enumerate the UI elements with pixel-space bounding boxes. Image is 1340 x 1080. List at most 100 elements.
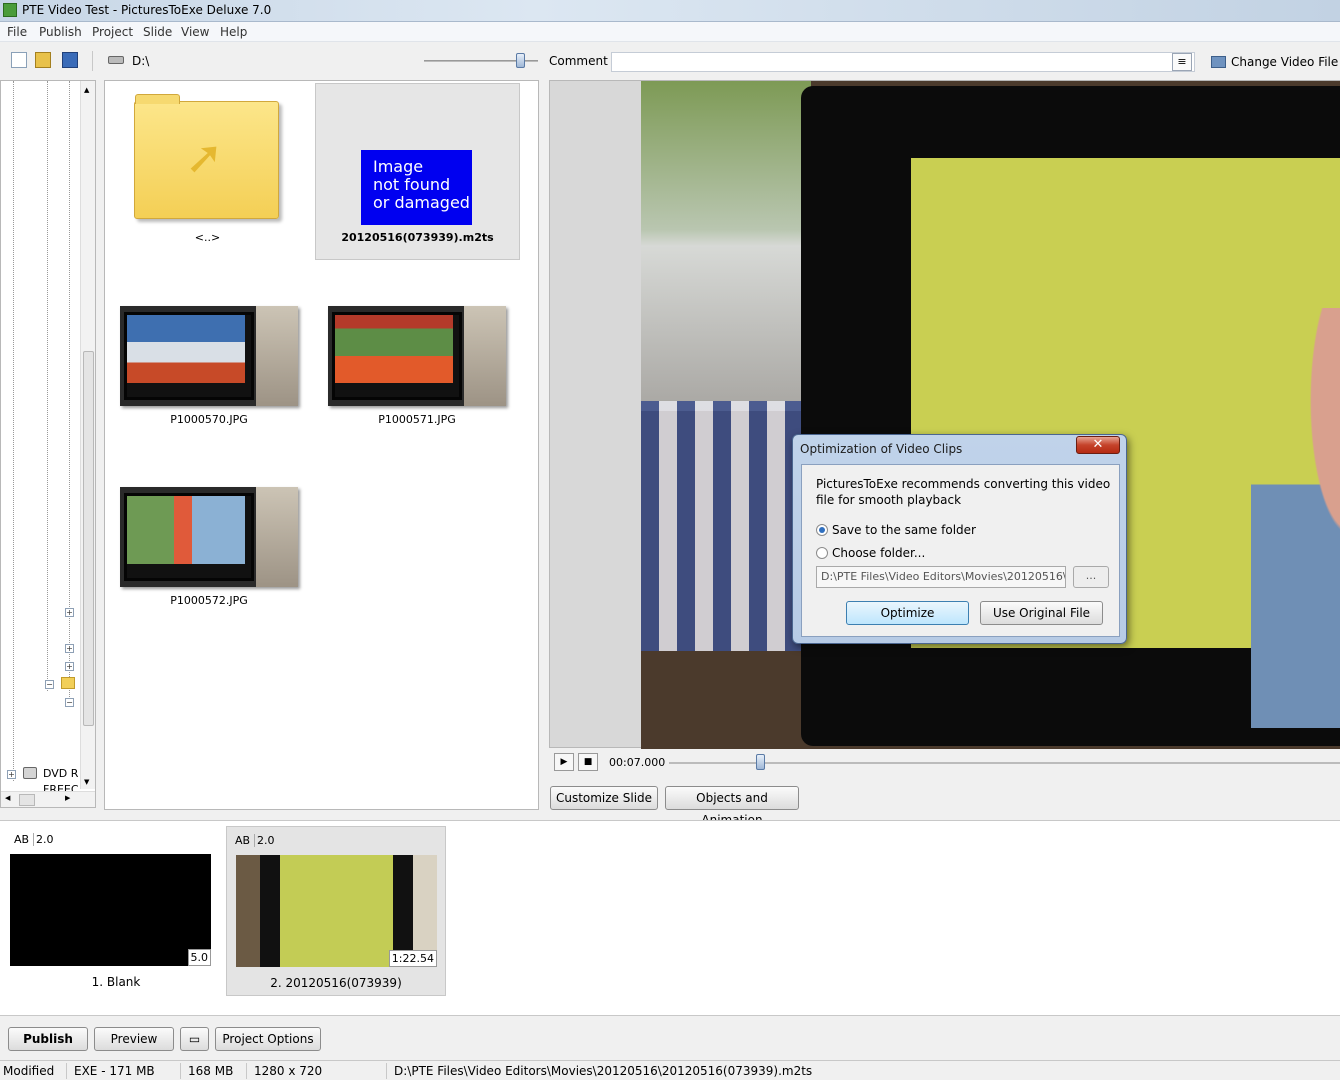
tree-guide [47,81,48,691]
use-original-file-button[interactable]: Use Original File [980,601,1103,625]
tree-collapse-icon[interactable]: − [45,680,54,689]
close-icon[interactable]: ✕ [1076,436,1120,454]
slide-timeline[interactable]: AB 2.0 5.0 1. Blank AB 2.0 1:22.54 2. 20… [0,820,1340,1016]
tree-scroll-thumb[interactable] [83,351,94,726]
folder-path-input[interactable]: D:\PTE Files\Video Editors\Movies\201205… [816,566,1066,588]
dialog-body: PicturesToExe recommends converting this… [801,464,1120,637]
preview-button[interactable]: Preview [94,1027,174,1051]
tree-expand-icon[interactable]: + [65,644,74,653]
file-item-image[interactable]: P1000570.JPG [120,306,298,436]
optimization-dialog: Optimization of Video Clips ✕ PicturesTo… [792,434,1127,644]
project-options-button[interactable]: Project Options [215,1027,321,1051]
dialog-message: PicturesToExe recommends converting this… [816,477,1111,507]
seek-slider[interactable] [669,762,1340,764]
tree-guide [13,81,14,781]
tree-hscroll-thumb[interactable] [19,794,35,806]
change-video-file-label: Change Video File [1231,55,1339,69]
notes-icon[interactable]: ≡ [1172,53,1192,71]
video-file-icon [1211,56,1226,68]
tree-item-dvd[interactable]: DVD R [43,767,78,780]
save-icon[interactable] [62,52,78,68]
folder-icon [61,677,75,689]
new-project-icon[interactable] [11,52,27,68]
tree-expand-icon[interactable]: + [65,608,74,617]
menu-project[interactable]: Project [92,25,133,39]
file-browser[interactable]: ➚ <..> Image not found or damaged 201205… [104,80,539,810]
title-bar: PTE Video Test - PicturesToExe Deluxe 7.… [0,0,1340,22]
playback-bar: ▶ ■ 00:07.000 [549,750,1340,774]
slide-preview-image[interactable] [641,81,1340,749]
tree-item-freec[interactable]: FREEC [43,783,79,791]
file-item-video[interactable]: Image not found or damaged 20120516(0739… [315,83,520,260]
folder-tree[interactable]: + + + − − + DVD R FREEC ▲ ▼ ◀ ▶ [0,80,96,808]
app-icon [3,3,17,17]
slide-preview-panel [549,80,1340,749]
play-icon[interactable]: ▶ [554,753,574,771]
change-video-file-button[interactable]: Change Video File [1209,53,1338,71]
scroll-down-icon[interactable]: ▼ [84,778,89,786]
radio-choose-folder-label[interactable]: Choose folder... [832,546,925,560]
toolbar-separator [92,51,93,71]
file-item-image[interactable]: P1000572.JPG [120,487,298,617]
radio-save-same-folder-label[interactable]: Save to the same folder [832,523,976,537]
menu-view[interactable]: View [181,25,209,39]
menu-help[interactable]: Help [220,25,247,39]
file-item-label: 20120516(073939).m2ts [341,231,494,244]
publish-button[interactable]: Publish [8,1027,88,1051]
scroll-left-icon[interactable]: ◀ [5,794,10,802]
slide-name: 2. 20120516(073939) [270,976,402,990]
slide-duration: 1:22.54 [388,950,437,967]
dvd-drive-icon [23,767,37,779]
window-title: PTE Video Test - PicturesToExe Deluxe 7.… [22,3,272,17]
status-state: Modified [3,1064,55,1078]
transition-badge: AB [231,834,256,847]
tree-expand-icon[interactable]: + [7,770,16,779]
file-item-label: P1000570.JPG [170,413,248,426]
bottom-bar: Publish Preview ▭ Project Options [0,1017,1340,1059]
objects-and-animation-button[interactable]: Objects and Animation [665,786,799,827]
tree-horizontal-scrollbar[interactable]: ◀ ▶ [1,791,95,807]
slide-item[interactable]: AB 2.0 5.0 1. Blank [6,826,226,996]
status-bar: Modified EXE - 171 MB 168 MB 1280 x 720 … [0,1060,1340,1080]
radio-save-same-folder[interactable] [816,524,828,536]
tree-collapse-icon[interactable]: − [65,698,74,707]
comment-input[interactable] [611,52,1195,72]
thumbnail-size-slider-thumb[interactable] [516,53,525,68]
image-thumbnail [328,306,506,406]
transition-duration: 2.0 [36,833,54,846]
tree-vertical-scrollbar[interactable]: ▲ ▼ [80,81,95,789]
fullscreen-preview-icon[interactable]: ▭ [180,1027,209,1051]
optimize-button[interactable]: Optimize [846,601,969,625]
menu-publish[interactable]: Publish [39,25,82,39]
slide-item[interactable]: AB 2.0 1:22.54 2. 20120516(073939) [226,826,446,996]
stop-icon[interactable]: ■ [578,753,598,771]
customize-slide-button[interactable]: Customize Slide [550,786,658,810]
status-resolution: 1280 x 720 [254,1064,323,1078]
menu-file[interactable]: File [7,25,27,39]
transition-badge: AB [10,833,35,846]
file-item-parent[interactable]: ➚ <..> [105,81,310,261]
scroll-up-icon[interactable]: ▲ [84,86,89,94]
menu-slide[interactable]: Slide [143,25,172,39]
status-exe-size: EXE - 171 MB [74,1064,155,1078]
radio-choose-folder[interactable] [816,547,828,559]
browse-folder-button[interactable]: ... [1073,566,1109,588]
current-path: D:\ [132,54,150,68]
dialog-title: Optimization of Video Clips [800,442,963,456]
toolbar: D:\ Comment ≡ Change Video File [0,43,1340,79]
menu-bar: File Publish Project Slide View Help [0,22,1340,42]
image-thumbnail [120,487,298,587]
playback-time: 00:07.000 [609,756,666,769]
image-thumbnail [120,306,298,406]
file-item-label: <..> [194,231,221,244]
tree-expand-icon[interactable]: + [65,662,74,671]
seek-slider-thumb[interactable] [755,754,765,770]
scroll-right-icon[interactable]: ▶ [65,794,70,802]
parent-folder-icon: ➚ [134,94,279,219]
slide-name: 1. Blank [91,975,141,989]
missing-image-placeholder: Image not found or damaged [361,150,472,225]
file-item-image[interactable]: P1000571.JPG [328,306,506,436]
status-file-path: D:\PTE Files\Video Editors\Movies\201205… [394,1064,813,1078]
open-folder-icon[interactable] [35,52,51,68]
drive-icon [108,56,124,64]
